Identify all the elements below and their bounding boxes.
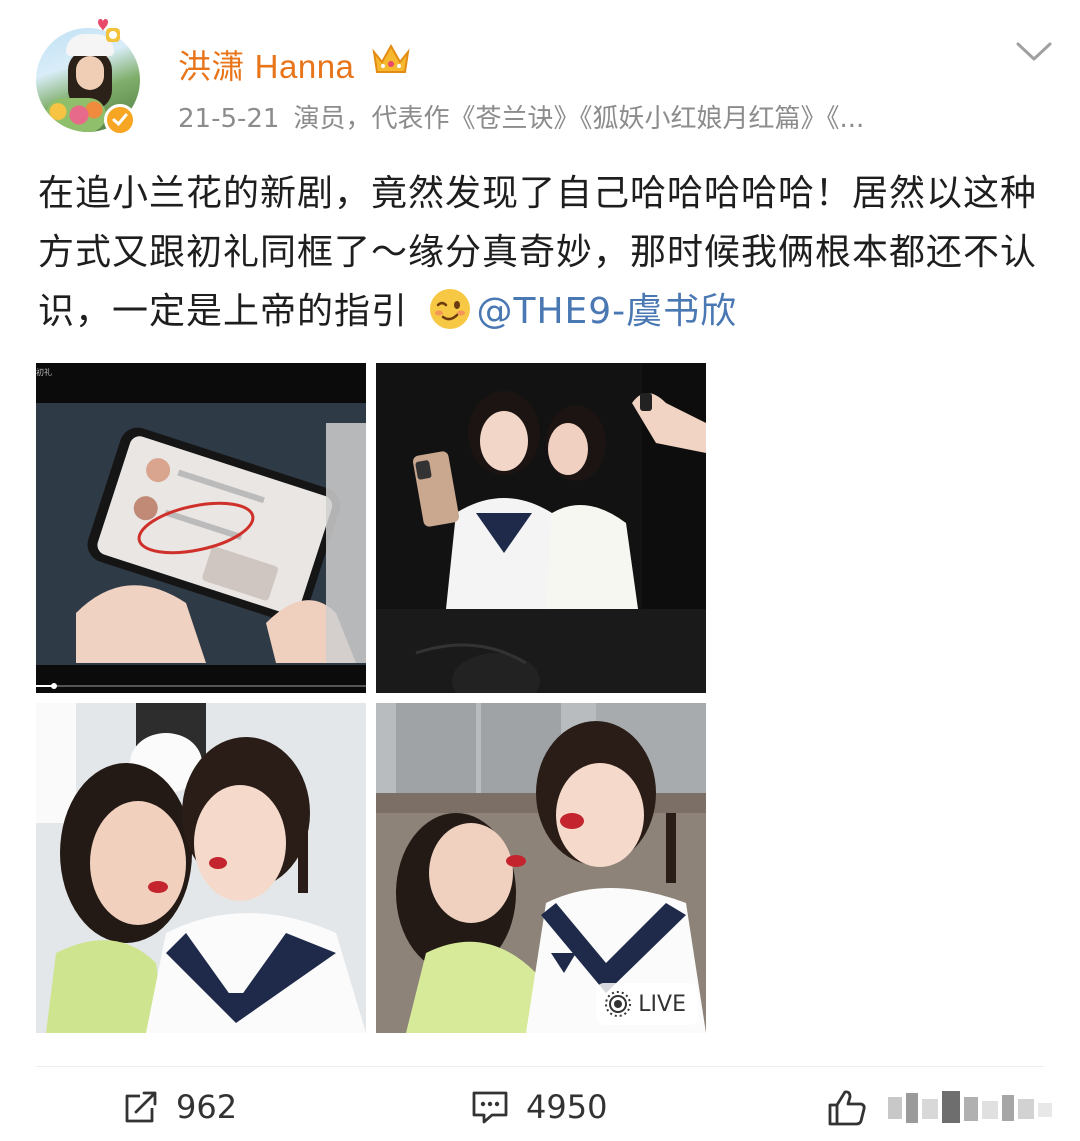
repost-button[interactable]: 962 bbox=[122, 1088, 237, 1126]
comment-count: 4950 bbox=[526, 1088, 608, 1126]
live-photo-badge[interactable]: LIVE bbox=[596, 983, 698, 1025]
photo-caption: 初礼 bbox=[36, 368, 52, 377]
photo-4[interactable]: LIVE bbox=[376, 703, 706, 1033]
chevron-down-icon[interactable] bbox=[1014, 40, 1054, 64]
like-button[interactable] bbox=[826, 1088, 1064, 1128]
author-name[interactable]: 洪潇 Hanna bbox=[178, 40, 354, 88]
photo-3-image bbox=[36, 703, 366, 1033]
live-label: LIVE bbox=[638, 991, 686, 1017]
repost-count: 962 bbox=[176, 1088, 238, 1126]
post-meta: 21-5-21 演员，代表作《苍兰诀》《狐妖小红娘月红篇》《... bbox=[178, 98, 958, 135]
wink-emoji-icon bbox=[430, 289, 471, 329]
mention-link[interactable]: @THE9-虞书欣 bbox=[476, 291, 737, 332]
repost-icon bbox=[125, 1091, 157, 1123]
avatar-decoration-icon bbox=[98, 19, 120, 42]
post-date: 21-5-21 bbox=[178, 104, 280, 134]
verified-icon bbox=[104, 104, 136, 136]
author-bio: 演员，代表作《苍兰诀》《狐妖小红娘月红篇》《... bbox=[293, 104, 865, 134]
photo-1-image bbox=[36, 363, 366, 693]
photo-2-image bbox=[376, 363, 706, 693]
live-photo-icon bbox=[605, 991, 632, 1017]
comment-button[interactable]: 4950 bbox=[470, 1088, 607, 1126]
comment-icon bbox=[472, 1091, 508, 1124]
photo-1[interactable]: 初礼 bbox=[36, 363, 366, 693]
divider bbox=[36, 1066, 1044, 1067]
post-body: 在追小兰花的新剧，竟然发现了自己哈哈哈哈哈！居然以这种方式又跟初礼同框了～缘分真… bbox=[38, 164, 1048, 341]
photo-2[interactable] bbox=[376, 363, 706, 693]
crown-icon bbox=[372, 43, 410, 73]
photo-3[interactable] bbox=[36, 703, 366, 1033]
like-count-blurred bbox=[888, 1091, 1052, 1123]
like-icon bbox=[828, 1090, 866, 1126]
